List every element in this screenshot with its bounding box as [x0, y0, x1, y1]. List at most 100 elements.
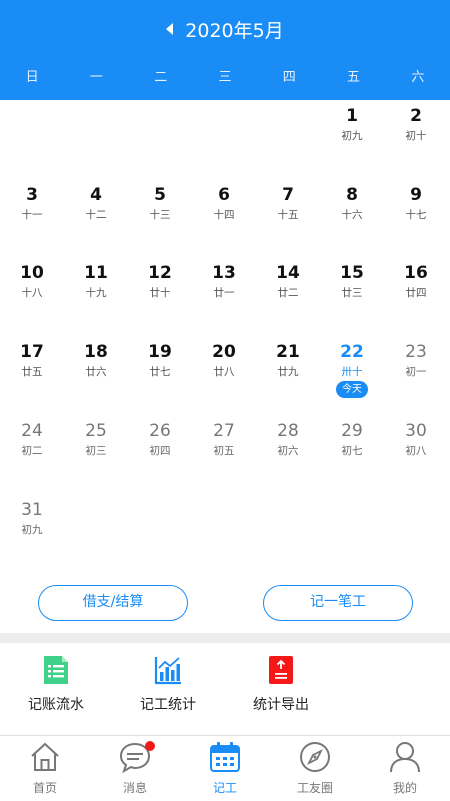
- previous-month-icon[interactable]: [166, 23, 174, 35]
- day-number: 16: [404, 263, 428, 283]
- calendar-day[interactable]: 31 初九: [0, 494, 64, 572]
- day-number: 26: [149, 421, 171, 441]
- lunar-date: 卅十: [341, 366, 363, 378]
- day-number: 3: [26, 185, 38, 205]
- tab-label: 我的: [392, 781, 417, 795]
- lunar-date: 初八: [405, 445, 427, 457]
- calendar-day[interactable]: 18 廿六: [64, 336, 128, 414]
- lunar-date: 初七: [341, 445, 363, 457]
- calendar-day[interactable]: 6 十四: [192, 179, 256, 257]
- calendar-day[interactable]: 20 廿八: [192, 336, 256, 414]
- month-title[interactable]: 2020年5月: [185, 16, 283, 43]
- lunar-date: 十七: [405, 209, 427, 221]
- calendar-day[interactable]: 24 初二: [0, 415, 64, 493]
- section-divider: [0, 633, 450, 643]
- day-number: 28: [277, 421, 299, 441]
- calendar-day[interactable]: 23 初一: [384, 336, 448, 414]
- calendar-day[interactable]: 26 初四: [128, 415, 192, 493]
- calendar-day[interactable]: 4 十二: [64, 179, 128, 257]
- tab-record-work[interactable]: 记工: [180, 736, 270, 801]
- tool-label: 统计导出: [253, 697, 309, 713]
- day-number: 30: [405, 421, 427, 441]
- day-number: 18: [84, 342, 108, 362]
- lunar-date: 廿七: [149, 366, 171, 378]
- calendar-day[interactable]: 10 十八: [0, 257, 64, 335]
- tool-shortcuts: 记账流水 记工统计 统计导出: [0, 648, 450, 728]
- lunar-date: 廿一: [213, 287, 235, 299]
- day-number: 8: [346, 185, 358, 205]
- calendar-day[interactable]: 8 十六: [320, 179, 384, 257]
- lunar-date: 十二: [85, 209, 107, 221]
- lunar-date: 初一: [405, 366, 427, 378]
- tab-messages[interactable]: 消息: [90, 736, 180, 801]
- calendar-day[interactable]: 17 廿五: [0, 336, 64, 414]
- record-work-button[interactable]: 记一笔工: [263, 585, 413, 621]
- day-number: 22: [340, 342, 364, 362]
- calendar-day[interactable]: 28 初六: [256, 415, 320, 493]
- lunar-date: 廿九: [277, 366, 299, 378]
- tab-label: 消息: [122, 781, 147, 795]
- tab-profile[interactable]: 我的: [360, 736, 450, 801]
- lunar-date: 十八: [21, 287, 43, 299]
- calendar-header: 2020年5月 日 一 二 三 四 五 六: [0, 0, 450, 100]
- calendar-icon: [210, 742, 240, 772]
- compass-icon: [300, 742, 330, 772]
- calendar-day[interactable]: 1 初九: [320, 100, 384, 178]
- calendar-day[interactable]: 14 廿二: [256, 257, 320, 335]
- calendar-day[interactable]: 29 初七: [320, 415, 384, 493]
- calendar-day[interactable]: 11 十九: [64, 257, 128, 335]
- calendar-day[interactable]: 27 初五: [192, 415, 256, 493]
- day-number: 27: [213, 421, 235, 441]
- user-icon: [390, 742, 420, 773]
- calendar-day[interactable]: 7 十五: [256, 179, 320, 257]
- tool-export[interactable]: 统计导出: [231, 648, 331, 720]
- calendar-day[interactable]: 19 廿七: [128, 336, 192, 414]
- day-number: 19: [148, 342, 172, 362]
- lunar-date: 廿二: [277, 287, 299, 299]
- weekday-label: 二: [154, 70, 168, 85]
- weekday-label: 三: [218, 70, 232, 85]
- calendar-day-today[interactable]: 22 卅十 今天: [320, 336, 384, 414]
- calendar-day[interactable]: 3 十一: [0, 179, 64, 257]
- day-number: 10: [20, 263, 44, 283]
- lunar-date: 初九: [21, 524, 43, 536]
- tool-ledger[interactable]: 记账流水: [6, 648, 106, 720]
- day-number: 31: [21, 500, 43, 520]
- weekday-label: 日: [25, 70, 39, 85]
- unread-badge: [145, 741, 155, 751]
- lunar-date: 初六: [277, 445, 299, 457]
- day-number: 5: [154, 185, 166, 205]
- day-number: 12: [148, 263, 172, 283]
- calendar-day[interactable]: 30 初八: [384, 415, 448, 493]
- tool-work-stats[interactable]: 记工统计: [118, 648, 218, 720]
- borrow-settle-button[interactable]: 借支/结算: [38, 585, 188, 621]
- weekday-label: 四: [282, 70, 296, 85]
- tab-label: 工友圈: [296, 781, 333, 795]
- calendar-day[interactable]: 9 十七: [384, 179, 448, 257]
- day-number: 13: [212, 263, 236, 283]
- calendar-day[interactable]: 2 初十: [384, 100, 448, 178]
- tab-home[interactable]: 首页: [0, 736, 90, 801]
- calendar-day[interactable]: 5 十三: [128, 179, 192, 257]
- calendar-day[interactable]: 15 廿三: [320, 257, 384, 335]
- lunar-date: 十六: [341, 209, 363, 221]
- lunar-date: 十四: [213, 209, 235, 221]
- bar-chart-icon: [154, 657, 181, 685]
- bottom-tab-bar: 首页 消息 记工 工友圈 我的: [0, 735, 450, 800]
- calendar-day[interactable]: 13 廿一: [192, 257, 256, 335]
- lunar-date: 十一: [21, 209, 43, 221]
- weekday-label: 一: [89, 70, 103, 85]
- weekday-label: 六: [411, 70, 425, 85]
- day-number: 4: [90, 185, 102, 205]
- calendar-day[interactable]: 21 廿九: [256, 336, 320, 414]
- day-number: 15: [340, 263, 364, 283]
- day-number: 29: [341, 421, 363, 441]
- lunar-date: 廿六: [85, 366, 107, 378]
- lunar-date: 廿八: [213, 366, 235, 378]
- weekday-row: 日 一 二 三 四 五 六: [0, 62, 450, 94]
- tab-workmates[interactable]: 工友圈: [270, 736, 360, 801]
- calendar-day[interactable]: 25 初三: [64, 415, 128, 493]
- calendar-day[interactable]: 12 廿十: [128, 257, 192, 335]
- calendar-day[interactable]: 16 廿四: [384, 257, 448, 335]
- day-number: 23: [405, 342, 427, 362]
